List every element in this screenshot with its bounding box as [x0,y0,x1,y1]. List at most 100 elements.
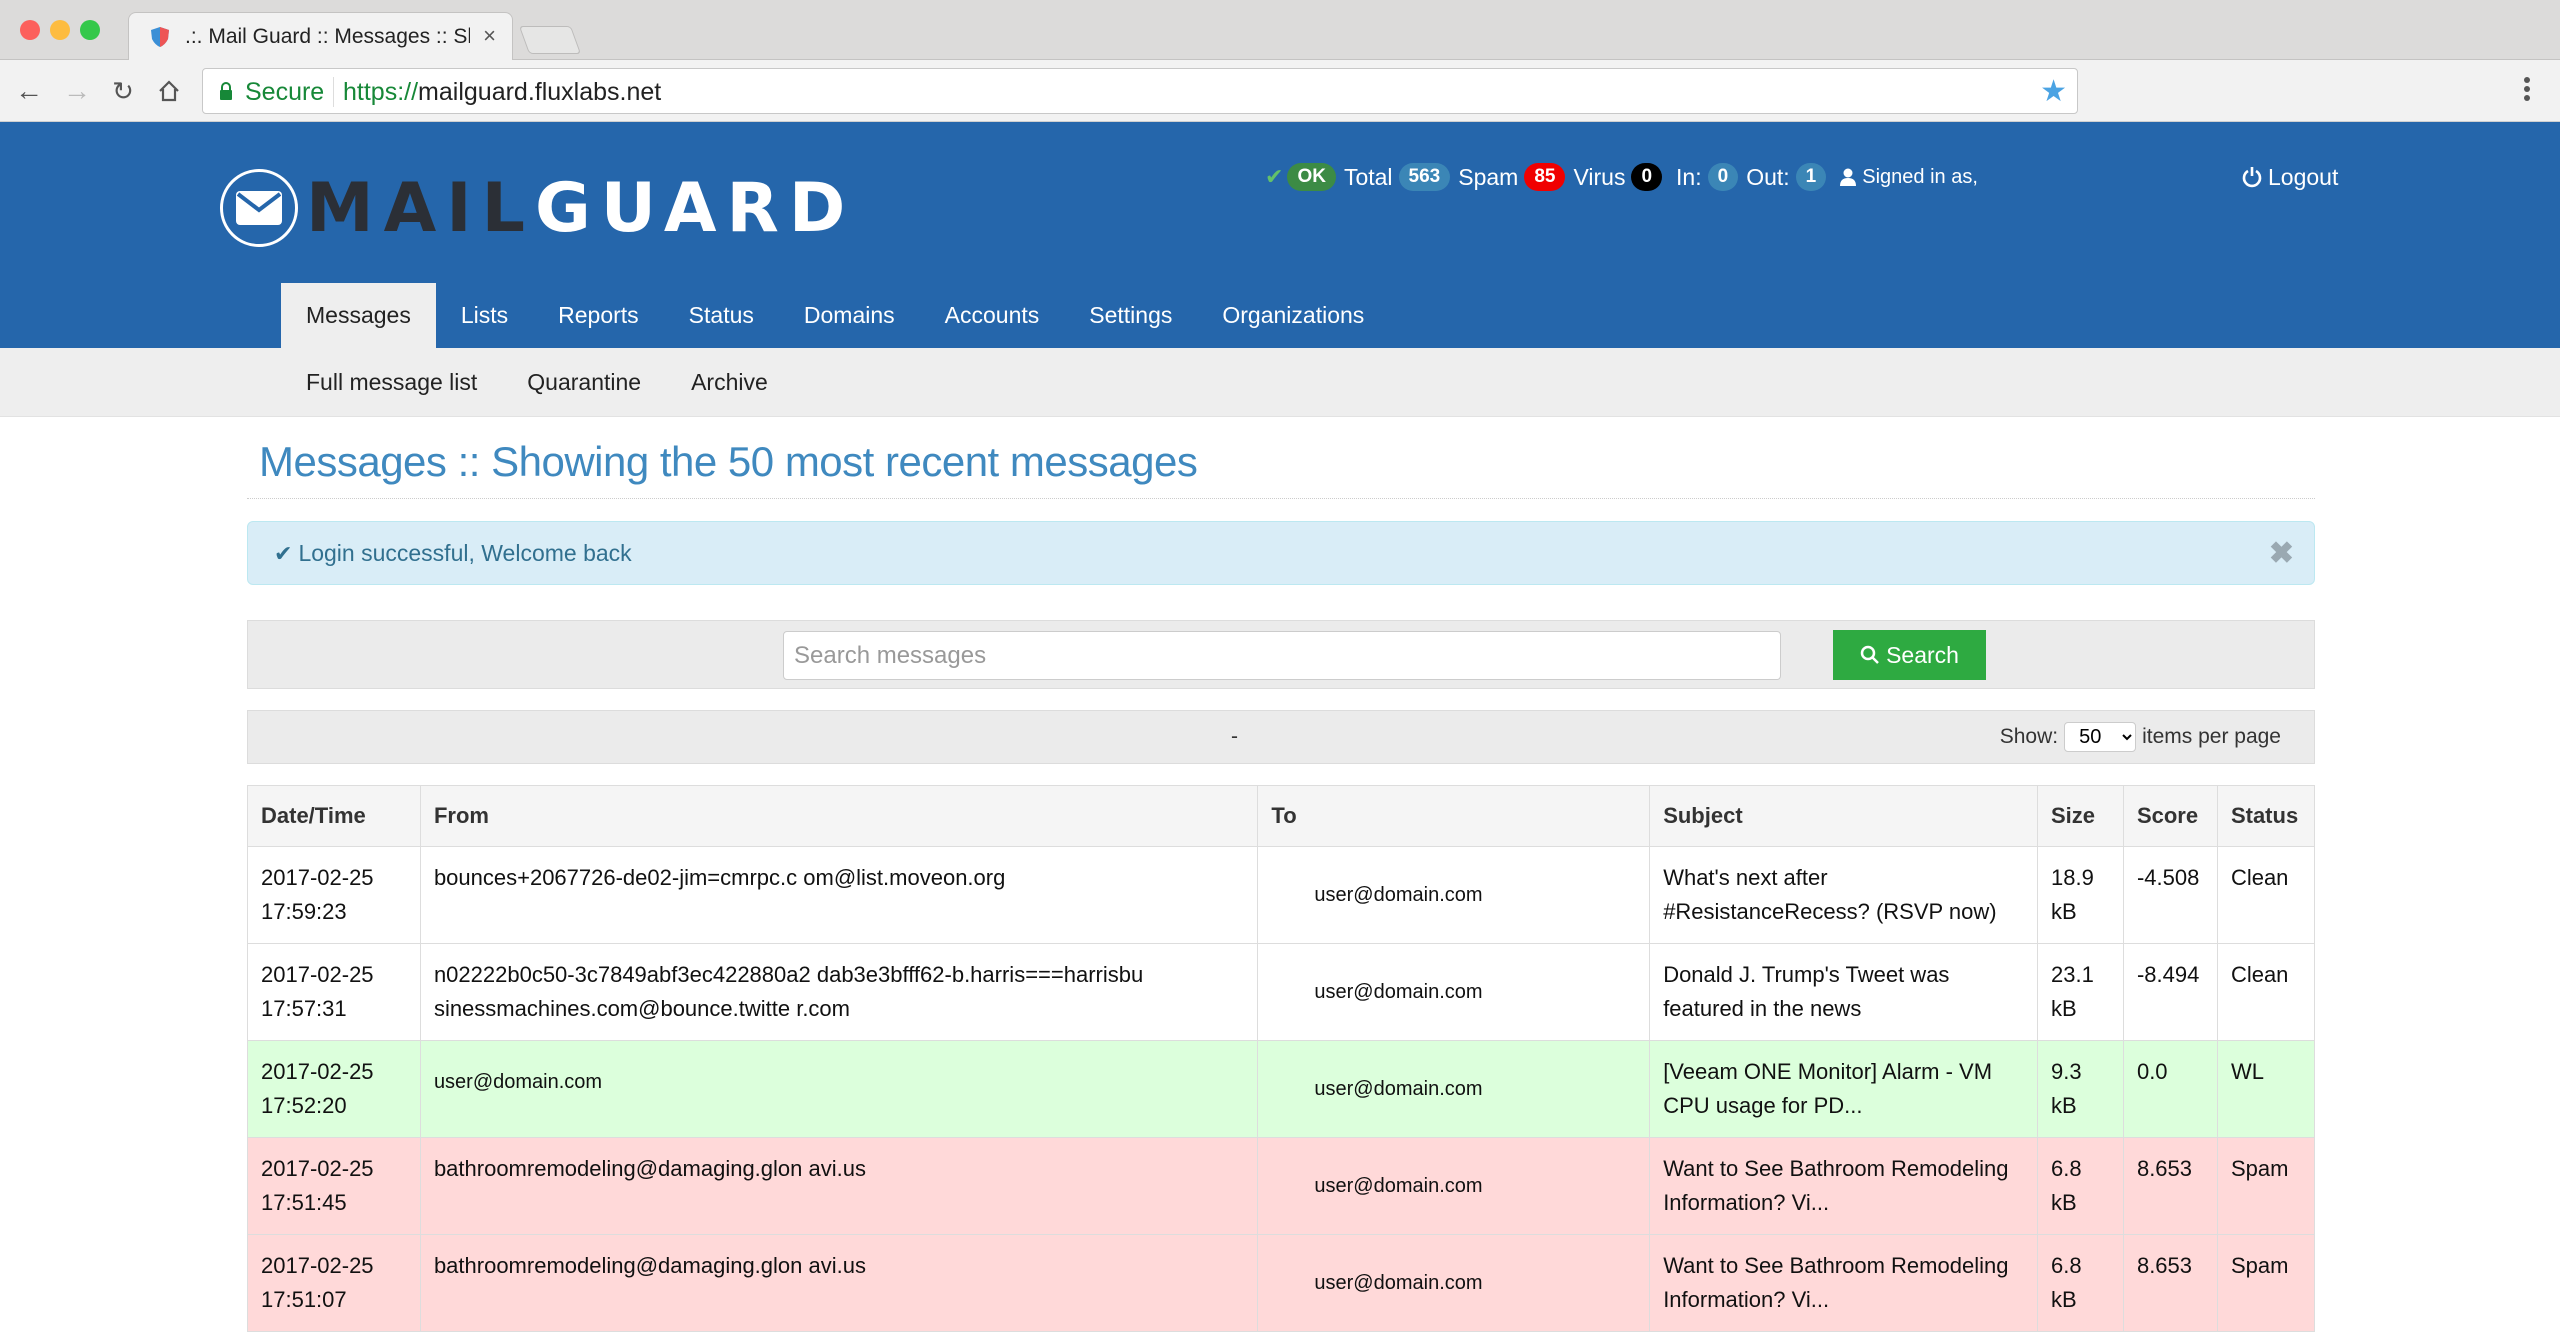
cell-from: bathroomremodeling@damaging.glon avi.us [419,1234,1259,1332]
nav-status[interactable]: Status [664,283,779,348]
page-title: Messages :: Showing the 50 most recent m… [259,438,1198,485]
cell-datetime: 2017-02-25 17:57:31 [247,943,421,1041]
virus-badge: 0 [1631,163,1663,191]
nav-accounts[interactable]: Accounts [920,283,1065,348]
shield-favicon-icon [151,27,169,47]
forward-arrow-icon[interactable]: → [60,74,94,108]
cell-status: Clean [2216,943,2316,1041]
col-to[interactable]: To [1257,785,1651,847]
col-subject[interactable]: Subject [1649,785,2038,847]
pagination-bar: - Show: 50 items per page [247,710,2315,764]
out-label: Out: [1746,163,1790,190]
nav-messages[interactable]: Messages [281,283,436,348]
cell-score: 8.653 [2122,1234,2218,1332]
spam-label: Spam [1458,163,1519,190]
logout-label: Logout [2268,163,2339,190]
cell-from: bathroomremodeling@damaging.glon avi.us [419,1137,1259,1235]
cell-from: n02222b0c50-3c7849abf3ec422880a2 dab3e3b… [419,943,1259,1041]
lock-icon [220,82,232,100]
subnav-quarantine[interactable]: Quarantine [502,348,666,416]
search-button-label: Search [1886,641,1959,668]
size-value: 6.8 [2050,1156,2082,1181]
close-icon[interactable]: ✖ [2269,536,2294,571]
date: 2017-02-25 [261,962,374,987]
col-datetime[interactable]: Date/Time [247,785,421,847]
cell-status: Spam [2216,1137,2316,1235]
time: 17:57:31 [261,996,347,1021]
cell-size: 9.3 kB [2036,1040,2124,1138]
total-badge: 563 [1398,163,1451,191]
address-bar[interactable]: Secure https://mailguard.fluxlabs.net ★ [202,68,2078,114]
tab-close-icon[interactable]: × [483,23,496,49]
cell-subject[interactable]: [Veeam ONE Monitor] Alarm - VM CPU usage… [1649,1040,2038,1138]
cell-subject[interactable]: Donald J. Trump's Tweet was featured in … [1649,943,2038,1041]
cell-datetime: 2017-02-25 17:51:07 [247,1234,421,1332]
in-badge: 0 [1707,163,1739,191]
login-alert: ✔ Login successful, Welcome back ✖ [247,521,2315,585]
items-per-page-select[interactable]: 50 [2064,722,2137,752]
browser-tab[interactable]: .:. Mail Guard :: Messages :: Showing th… [128,12,513,61]
browser-menu-icon[interactable] [2522,74,2532,108]
search-icon [1860,645,1879,664]
subnav-archive[interactable]: Archive [666,348,793,416]
bookmark-star-icon[interactable]: ★ [2040,74,2067,109]
pagination-links: - [1231,725,1238,748]
mailguard-logo[interactable]: MAIL GUARD [220,168,855,248]
subnav-full-message-list[interactable]: Full message list [281,348,502,416]
cell-size: 23.1 kB [2036,943,2124,1041]
reload-icon[interactable]: ↻ [106,74,140,108]
cell-score: 8.653 [2122,1137,2218,1235]
col-score[interactable]: Score [2122,785,2218,847]
cell-datetime: 2017-02-25 17:51:45 [247,1137,421,1235]
nav-settings[interactable]: Settings [1064,283,1197,348]
nav-domains[interactable]: Domains [779,283,920,348]
cell-subject[interactable]: What's next after #ResistanceRecess? (RS… [1649,846,2038,944]
home-icon[interactable] [152,74,186,108]
cell-from: user@domain.com [419,1040,1259,1138]
alert-message: Login successful, Welcome back [298,540,632,566]
cell-score: -4.508 [2122,846,2218,944]
cell-subject[interactable]: Want to See Bathroom Remodeling Informat… [1649,1137,2038,1235]
size-value: 18.9 [2050,865,2094,890]
check-icon: ✔ [1265,164,1284,189]
back-arrow-icon[interactable]: ← [12,74,46,108]
browser-toolbar: ← → ↻ Secure https://mailguard.fluxlabs.… [0,60,2560,122]
messages-table: Date/Time From To Subject Size Score Sta… [247,785,2316,1332]
title-divider [247,498,2315,499]
maximize-window-button[interactable] [80,20,100,40]
message-row[interactable]: 2017-02-25 17:52:20 user@domain.com user@do… [247,1040,2316,1138]
col-from[interactable]: From [419,785,1259,847]
close-window-button[interactable] [20,20,40,40]
col-status[interactable]: Status [2216,785,2316,847]
cell-score: -8.494 [2122,943,2218,1041]
cell-subject[interactable]: Want to See Bathroom Remodeling Informat… [1649,1234,2038,1332]
size-value: 6.8 [2050,1253,2082,1278]
cell-to: user@domain.com [1257,1040,1651,1138]
message-row[interactable]: 2017-02-25 17:51:45 bathroomremodeling@dam… [247,1137,2316,1235]
time: 17:51:45 [261,1190,347,1215]
date: 2017-02-25 [261,865,374,890]
virus-label: Virus [1573,163,1626,190]
nav-lists[interactable]: Lists [436,283,533,348]
logo-text-guard: GUARD [534,168,856,248]
new-tab-button[interactable] [518,26,582,54]
cell-status: Clean [2216,846,2316,944]
signed-in-info: Signed in as, [1840,166,1978,189]
cell-to: user@domain.com [1257,846,1651,944]
size-unit: kB [2050,1190,2077,1215]
nav-organizations[interactable]: Organizations [1197,283,1389,348]
col-size[interactable]: Size [2036,785,2124,847]
date: 2017-02-25 [261,1253,374,1278]
nav-reports[interactable]: Reports [533,283,664,348]
search-input[interactable] [783,631,1781,680]
message-row[interactable]: 2017-02-25 17:59:23 bounces+2067726-de02-j… [247,846,2316,944]
status-badge: OK [1287,163,1336,191]
size-unit: kB [2050,1287,2077,1312]
search-button[interactable]: Search [1833,630,1986,680]
url-text[interactable]: https://mailguard.fluxlabs.net [343,78,661,107]
minimize-window-button[interactable] [50,20,70,40]
message-row[interactable]: 2017-02-25 17:51:07 bathroomremodeling@dam… [247,1234,2316,1332]
logout-button[interactable]: Logout [2242,157,2338,197]
cell-status: Spam [2216,1234,2316,1332]
message-row[interactable]: 2017-02-25 17:57:31 n02222b0c50-3c7849abf3… [247,943,2316,1041]
